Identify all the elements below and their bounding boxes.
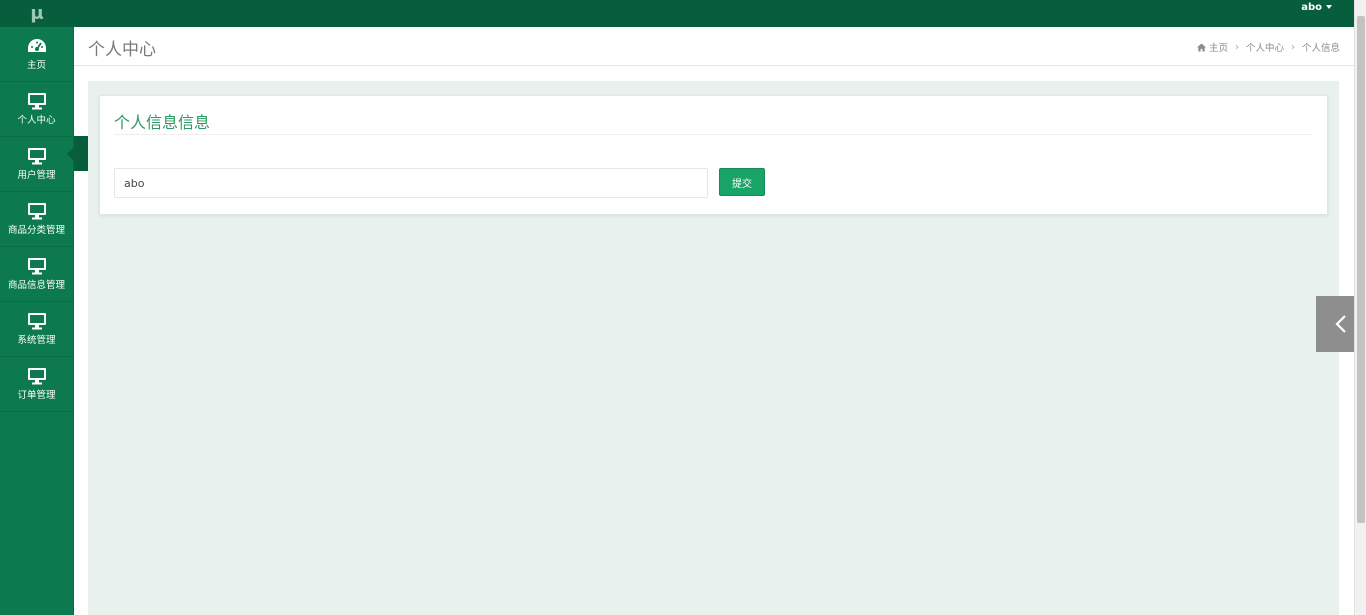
main-content: 个人信息信息 提交	[88, 81, 1339, 615]
caret-down-icon	[1326, 5, 1332, 9]
breadcrumb-home[interactable]: 主页	[1196, 40, 1228, 54]
home-icon	[1196, 43, 1206, 52]
chevron-right-icon: ›	[1234, 41, 1239, 53]
sidebar-item-label: 商品分类管理	[7, 225, 65, 236]
monitor-icon	[27, 93, 46, 110]
sidebar-item-label: 主页	[26, 60, 46, 71]
sidebar-item-category-management[interactable]: 商品分类管理	[0, 192, 73, 247]
sidebar-item-label: 系统管理	[17, 335, 56, 346]
sidebar-item-label: 商品信息管理	[7, 280, 65, 291]
monitor-icon	[27, 203, 46, 220]
chevron-right-icon: ›	[1290, 41, 1295, 53]
divider	[114, 134, 1313, 135]
username: abo	[1301, 1, 1322, 13]
sidebar-item-order-management[interactable]: 订单管理	[0, 357, 73, 412]
breadcrumb-item[interactable]: 个人中心	[1246, 40, 1284, 54]
sidebar-item-label: 个人中心	[17, 115, 56, 126]
username-input[interactable]	[114, 168, 708, 198]
sidebar: μ 主页 个人中心 用户管理 商品分类管理 商品信息管理 系统管理 订单管理	[0, 0, 74, 615]
page-title: 个人中心	[88, 40, 156, 60]
breadcrumb-item-current: 个人信息	[1301, 43, 1340, 54]
logo[interactable]: μ	[0, 0, 74, 27]
submit-button[interactable]: 提交	[719, 168, 765, 196]
sidebar-item-system-management[interactable]: 系统管理	[0, 302, 73, 357]
dashboard-icon	[27, 39, 46, 52]
card-title: 个人信息信息	[114, 113, 211, 132]
profile-card: 个人信息信息 提交	[99, 95, 1328, 215]
sidebar-item-product-management[interactable]: 商品信息管理	[0, 247, 73, 302]
scrollbar[interactable]	[1354, 0, 1366, 615]
top-navbar: abo	[74, 0, 1354, 27]
sidebar-item-label: 用户管理	[17, 170, 56, 181]
sidebar-item-label: 订单管理	[17, 390, 56, 401]
monitor-icon	[27, 258, 46, 275]
sidebar-item-home[interactable]: 主页	[0, 27, 73, 82]
monitor-icon	[27, 368, 46, 385]
scrollbar-thumb[interactable]	[1357, 16, 1365, 523]
sidebar-item-user-management[interactable]: 用户管理	[0, 137, 73, 192]
page-header: 个人中心 主页 › 个人中心 › 个人信息	[74, 27, 1354, 66]
chevron-left-icon	[1335, 315, 1346, 333]
breadcrumb-label: 主页	[1208, 43, 1228, 54]
breadcrumb: 主页 › 个人中心 › 个人信息	[1196, 40, 1340, 54]
monitor-icon	[27, 313, 46, 330]
monitor-icon	[27, 148, 46, 165]
sidebar-item-profile[interactable]: 个人中心	[0, 82, 73, 137]
user-menu[interactable]: abo	[1301, 0, 1332, 14]
